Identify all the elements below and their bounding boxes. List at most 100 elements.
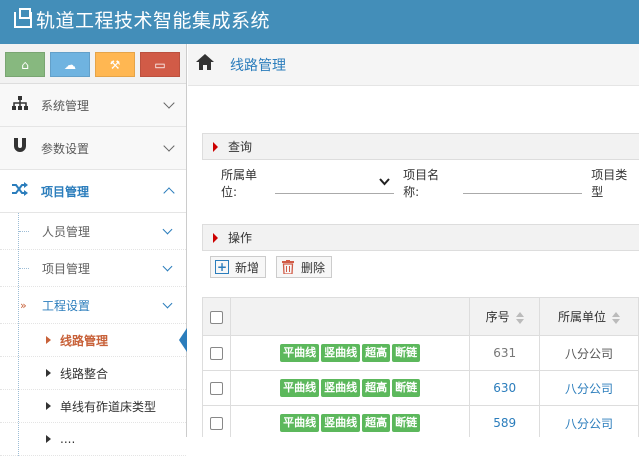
chevron-down-icon (163, 140, 175, 152)
app-title: 轨道工程技术智能集成系统 (36, 10, 271, 32)
operations-panel-header: 操作 (202, 224, 639, 251)
seq-cell[interactable]: 589 (469, 405, 540, 437)
logo-icon (14, 8, 32, 28)
chain-break-button[interactable]: 断链 (392, 344, 421, 362)
trash-icon (281, 260, 295, 274)
unit-header-label: 所属单位 (557, 310, 606, 324)
vertical-curve-button[interactable]: 竖曲线 (321, 414, 361, 432)
double-angle-right-icon: » (20, 298, 27, 312)
sidebar-item-engineering-settings[interactable]: » 工程设置 (0, 287, 186, 324)
sort-icon[interactable] (611, 311, 620, 324)
chevron-down-icon (162, 298, 173, 309)
sidebar-item-more[interactable]: .... (0, 423, 186, 456)
cloud-shortcut-button[interactable]: ☁ (50, 52, 90, 77)
home-shortcut-button[interactable]: ⌂ (5, 52, 45, 77)
unit-cell[interactable]: 八分公司 (538, 370, 639, 406)
hammer-shortcut-button[interactable]: ⚒ (95, 52, 135, 77)
search-row: 所属单位: 项目名称: 项目类型 (202, 160, 639, 206)
unit-select[interactable] (274, 172, 395, 194)
sidebar-item-label: 参数设置 (41, 141, 90, 156)
sitemap-icon (11, 96, 29, 114)
line-table: 序号 所属单位 平曲线 竖曲线 超高 断链 631 八分公司 平曲线 竖曲线 超高 断链 6… (202, 297, 639, 437)
vertical-curve-button[interactable]: 竖曲线 (321, 344, 361, 362)
home-icon[interactable] (196, 54, 214, 75)
operations-panel-title: 操作 (228, 231, 253, 245)
unit-cell: 八分公司 (538, 335, 639, 371)
query-panel-title: 查询 (228, 140, 253, 154)
project-name-label: 项目名称: (403, 168, 440, 199)
unit-cell[interactable]: 八分公司 (538, 405, 639, 437)
breadcrumb: 线路管理 (188, 44, 639, 86)
sidebar-item-project-management[interactable]: 项目管理 (0, 170, 186, 213)
sidebar-item-label: 单线有砟道床类型 (60, 399, 157, 414)
sidebar-item-label: 线路整合 (60, 366, 109, 381)
sidebar-shortcuts: ⌂ ☁ ⚒ ▭ (0, 44, 186, 84)
unit-header[interactable]: 所属单位 (538, 297, 639, 336)
query-panel-header: 查询 (202, 133, 639, 160)
select-all-checkbox[interactable] (209, 310, 223, 324)
seq-header[interactable]: 序号 (469, 297, 540, 336)
superelevation-button[interactable]: 超高 (362, 344, 391, 362)
plus-icon: + (215, 260, 229, 274)
operations-toolbar: + 新增 删除 (202, 251, 639, 283)
project-name-input[interactable] (462, 172, 583, 194)
monitor-shortcut-button[interactable]: ▭ (140, 52, 180, 77)
row-checkbox[interactable] (209, 417, 223, 430)
sidebar-item-line-management[interactable]: 线路管理 (0, 324, 187, 357)
sidebar-item-label: 系统管理 (41, 98, 90, 113)
horizontal-curve-button[interactable]: 平曲线 (280, 379, 320, 397)
sidebar-item-ballast-bed-type[interactable]: 单线有砟道床类型 (0, 390, 186, 423)
caret-right-icon (46, 336, 51, 344)
cloud-icon: ☁ (64, 57, 76, 72)
caret-right-icon (213, 141, 218, 152)
home-icon: ⌂ (21, 57, 29, 72)
seq-header-label: 序号 (485, 310, 510, 324)
app-logo[interactable]: 轨道工程技术智能集成系统 (14, 8, 270, 34)
select-all-cell (202, 297, 231, 336)
project-type-label: 项目类型 (591, 168, 628, 199)
chevron-down-icon (379, 176, 390, 189)
chevron-down-icon (162, 261, 173, 272)
sidebar-item-line-integration[interactable]: 线路整合 (0, 357, 186, 390)
magnet-icon (11, 138, 29, 158)
table-row: 平曲线 竖曲线 超高 断链 631 八分公司 (202, 335, 639, 371)
horizontal-curve-button[interactable]: 平曲线 (280, 414, 320, 432)
unit-label: 所属单位: (221, 168, 258, 199)
horizontal-curve-button[interactable]: 平曲线 (280, 344, 320, 362)
delete-button-label: 删除 (301, 260, 326, 275)
chain-break-button[interactable]: 断链 (392, 379, 421, 397)
sidebar-item-label: 线路管理 (60, 333, 109, 348)
chevron-up-icon (163, 187, 175, 199)
top-navbar: 轨道工程技术智能集成系统 (0, 0, 639, 44)
operations-panel: 操作 + 新增 删除 (202, 224, 639, 283)
sort-icon[interactable] (515, 311, 524, 324)
superelevation-button[interactable]: 超高 (362, 379, 391, 397)
sidebar-item-parameter-settings[interactable]: 参数设置 (0, 127, 186, 170)
row-checkbox[interactable] (209, 347, 223, 360)
sidebar-item-label: 项目管理 (41, 184, 90, 199)
breadcrumb-current[interactable]: 线路管理 (230, 55, 286, 75)
sidebar-item-label: .... (60, 432, 76, 446)
chevron-down-icon (163, 97, 175, 109)
row-checkbox[interactable] (209, 382, 223, 395)
actions-header (229, 297, 471, 336)
sidebar-item-project-management-sub[interactable]: 项目管理 (0, 250, 186, 287)
main-content: 线路管理 查询 所属单位: 项目名称: 项目类型 操作 + 新增 删除 序号 所… (188, 44, 639, 437)
table-row: 平曲线 竖曲线 超高 断链 589 八分公司 (202, 405, 639, 437)
table-header-row: 序号 所属单位 (202, 297, 639, 336)
sidebar-item-staff-management[interactable]: 人员管理 (0, 213, 186, 250)
vertical-curve-button[interactable]: 竖曲线 (321, 379, 361, 397)
project-submenu: 人员管理 项目管理 » 工程设置 线路管理 线路整合 单线有砟道床类型 .... (0, 213, 187, 456)
hammer-icon: ⚒ (109, 57, 121, 72)
sidebar-item-system-management[interactable]: 系统管理 (0, 84, 186, 127)
seq-cell: 631 (469, 335, 540, 371)
delete-button[interactable]: 删除 (276, 256, 333, 278)
caret-right-icon (46, 369, 51, 377)
sidebar-item-label: 人员管理 (42, 224, 91, 239)
sidebar-item-label: 项目管理 (42, 261, 91, 276)
seq-cell[interactable]: 630 (469, 370, 540, 406)
add-button[interactable]: + 新增 (210, 256, 267, 278)
superelevation-button[interactable]: 超高 (362, 414, 391, 432)
chain-break-button[interactable]: 断链 (392, 414, 421, 432)
query-panel: 查询 所属单位: 项目名称: 项目类型 (202, 133, 639, 206)
